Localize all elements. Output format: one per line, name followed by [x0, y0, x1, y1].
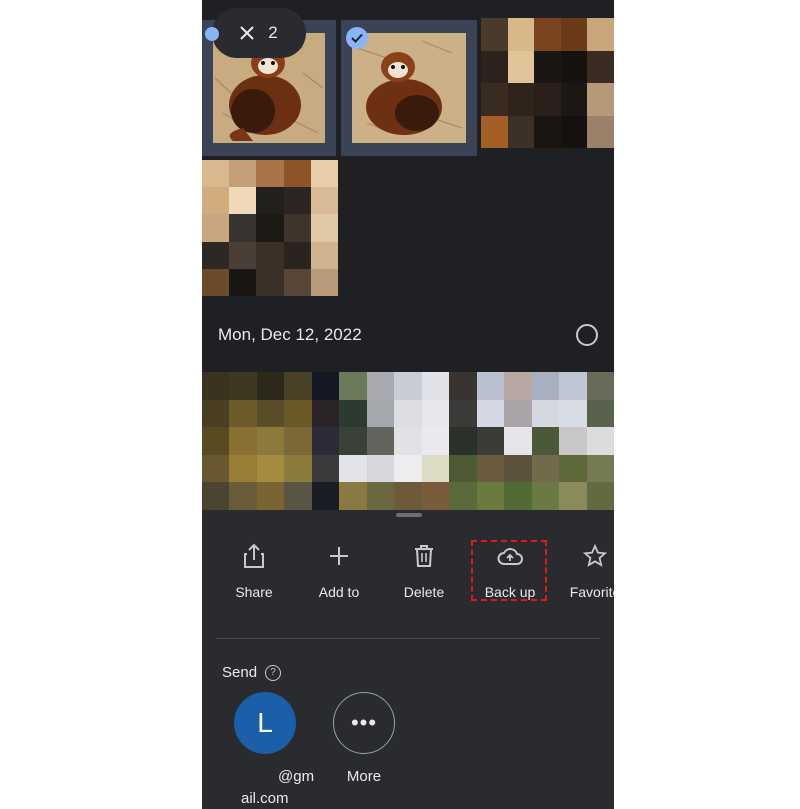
delete-button[interactable]: Delete — [384, 542, 464, 600]
date-header: Mon, Dec 12, 2022 — [218, 322, 598, 348]
photo-tile[interactable] — [202, 160, 338, 296]
star-icon — [583, 544, 607, 567]
favorite-label: Favorite — [569, 584, 614, 600]
date-label: Mon, Dec 12, 2022 — [218, 325, 362, 344]
avatar: L — [234, 692, 296, 754]
sheet-drag-handle[interactable] — [396, 513, 422, 517]
send-label: Send — [222, 664, 258, 681]
photo-tile[interactable] — [202, 372, 614, 510]
more-contacts-button[interactable]: ••• More — [333, 692, 395, 785]
photo-tile[interactable] — [481, 18, 614, 148]
red-panda-photo — [352, 33, 466, 143]
selection-count: 2 — [268, 23, 278, 42]
more-dots-icon: ••• — [333, 692, 395, 754]
check-icon — [346, 27, 368, 49]
avatar-initial: L — [257, 707, 273, 738]
back-up-highlight-box — [471, 540, 547, 601]
action-row: Share Add to Delete Back up Favorit — [202, 534, 614, 614]
favorite-button[interactable]: Favorite — [555, 542, 614, 600]
check-icon — [205, 27, 219, 41]
select-date-circle[interactable] — [576, 324, 598, 346]
share-label: Share — [235, 584, 273, 600]
delete-label: Delete — [403, 584, 445, 600]
help-icon[interactable]: ? — [265, 664, 282, 681]
contact-name-line2: ail.com — [241, 790, 289, 807]
send-header: Send ? — [222, 664, 282, 681]
contact-item[interactable]: L — [234, 692, 296, 754]
add-to-label: Add to — [318, 584, 360, 600]
share-button[interactable]: Share — [214, 542, 294, 600]
more-label: More — [346, 768, 382, 785]
action-sheet: Share Add to Delete Back up Favorit Send… — [202, 510, 614, 809]
divider — [216, 638, 600, 639]
plus-icon — [330, 547, 348, 565]
contact-name-line1: @gm — [278, 768, 315, 785]
add-to-button[interactable]: Add to — [299, 542, 379, 600]
close-selection-button[interactable]: 2 — [212, 8, 306, 58]
share-icon — [244, 543, 264, 568]
phone-screen: 2 Mon, Dec 12, 2022 Share Add to Delete … — [202, 0, 614, 809]
trash-icon — [415, 545, 433, 567]
close-icon — [240, 26, 254, 40]
